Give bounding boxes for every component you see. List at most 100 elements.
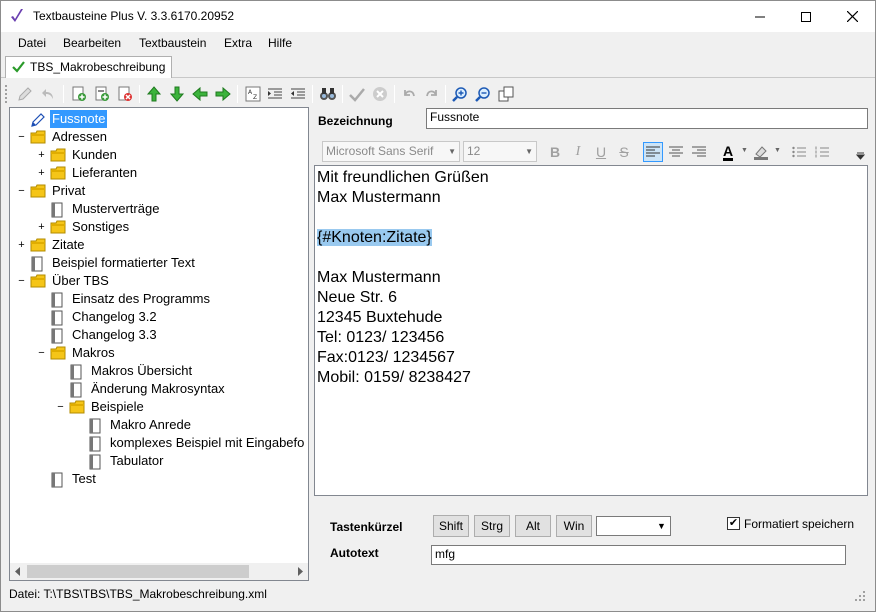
menu-datei[interactable]: Datei — [18, 36, 46, 50]
new-folder-button[interactable] — [92, 84, 112, 104]
search-button[interactable] — [318, 84, 338, 104]
align-right-button[interactable] — [689, 142, 709, 162]
tree-node[interactable]: Fussnote — [30, 110, 308, 128]
save-check-button[interactable] — [347, 84, 367, 104]
tree-node[interactable]: Lieferanten — [50, 164, 308, 182]
tree-expander-icon[interactable]: + — [37, 218, 46, 236]
checkbox-check-icon: ✔ — [728, 517, 739, 529]
italic-button[interactable]: I — [568, 142, 588, 162]
tree-node[interactable]: Sonstiges — [50, 218, 308, 236]
tree-node[interactable]: Privat — [30, 182, 308, 200]
numbered-list-button[interactable] — [812, 142, 832, 162]
bold-button[interactable]: B — [545, 142, 565, 162]
font-color-button[interactable]: A — [718, 142, 738, 162]
scroll-right-icon[interactable] — [296, 567, 304, 576]
tree-node[interactable]: Changelog 3.2 — [50, 308, 308, 326]
tree-node[interactable]: Beispiele — [69, 398, 308, 416]
font-family-select[interactable]: Microsoft Sans Serif ▼ — [322, 141, 460, 162]
zoom-in-button[interactable] — [450, 84, 470, 104]
tree-node[interactable]: Einsatz des Programms — [50, 290, 308, 308]
close-icon — [846, 11, 858, 22]
move-left-button[interactable] — [190, 84, 210, 104]
tree-expander-icon[interactable]: − — [17, 128, 26, 146]
tree-node[interactable]: Kunden — [50, 146, 308, 164]
autotext-input[interactable]: mfg — [431, 545, 846, 565]
delete-item-button[interactable] — [115, 84, 135, 104]
tree-node[interactable]: Tabulator — [88, 452, 308, 470]
tree-node[interactable]: Changelog 3.3 — [50, 326, 308, 344]
tree-node-label: Beispiele — [91, 399, 144, 414]
tree-expander-icon[interactable]: + — [17, 236, 26, 254]
tree-node[interactable]: Makros Übersicht — [69, 362, 308, 380]
alt-button[interactable]: Alt — [515, 515, 551, 537]
undo-disabled-button[interactable] — [39, 84, 59, 104]
document-tab[interactable]: TBS_Makrobeschreibung — [5, 56, 173, 78]
tree-node[interactable]: Test — [50, 470, 308, 488]
sort-button[interactable]: AZ — [243, 84, 263, 104]
shortcut-key-select[interactable]: ▼ — [596, 516, 671, 536]
tree-expander-icon[interactable]: + — [37, 146, 46, 164]
editor-line-text: Neue Str. 6 — [317, 289, 398, 306]
tree-expander-icon[interactable]: − — [37, 344, 46, 362]
tree-node[interactable]: Beispiel formatierter Text — [30, 254, 308, 272]
scrollbar-thumb[interactable] — [27, 565, 249, 578]
tree-node[interactable]: Makro Anrede — [88, 416, 308, 434]
bezeichnung-input[interactable]: Fussnote — [426, 108, 868, 129]
strikethrough-button[interactable]: S — [614, 142, 634, 162]
undo-button[interactable] — [399, 84, 419, 104]
move-right-button[interactable] — [213, 84, 233, 104]
tree-expander-icon[interactable]: − — [17, 182, 26, 200]
formatiert-speichern-checkbox[interactable]: ✔ — [727, 517, 740, 530]
strg-button[interactable]: Strg — [474, 515, 510, 537]
align-center-button[interactable] — [666, 142, 686, 162]
redo-button[interactable] — [422, 84, 442, 104]
minimize-icon — [755, 16, 765, 17]
move-down-button[interactable] — [167, 84, 187, 104]
chevron-down-icon[interactable]: ▼ — [741, 147, 748, 154]
horizontal-scrollbar[interactable] — [10, 563, 308, 580]
tree-expander-icon[interactable]: + — [37, 164, 46, 182]
align-left-button[interactable] — [643, 142, 663, 162]
scroll-left-icon[interactable] — [14, 567, 22, 576]
tree-node[interactable]: Zitate — [30, 236, 308, 254]
font-size-select[interactable]: 12 ▼ — [463, 141, 537, 162]
new-item-button[interactable] — [69, 84, 89, 104]
minimize-button[interactable] — [737, 1, 783, 32]
highlight-color-button[interactable] — [751, 142, 771, 162]
menu-bearbeiten[interactable]: Bearbeiten — [63, 36, 121, 50]
tree-node-label: Privat — [52, 183, 86, 198]
cancel-button[interactable] — [370, 84, 390, 104]
outdent-button[interactable] — [288, 84, 308, 104]
tree-expander-icon[interactable]: − — [56, 398, 65, 416]
chevron-down-icon[interactable]: ▼ — [774, 147, 781, 154]
edit-disabled-button[interactable] — [15, 84, 35, 104]
shift-button[interactable]: Shift — [433, 515, 469, 537]
resize-grip-icon[interactable] — [855, 591, 865, 601]
tree-node[interactable]: Makros — [50, 344, 308, 362]
indent-button[interactable] — [265, 84, 285, 104]
bullet-list-button[interactable] — [789, 142, 809, 162]
close-button[interactable] — [829, 1, 875, 32]
toolbar-overflow-icon[interactable] — [856, 151, 865, 160]
tree-node[interactable]: Musterverträge — [50, 200, 308, 218]
underline-button[interactable]: U — [591, 142, 611, 162]
tree-expander-icon[interactable]: − — [17, 272, 26, 290]
maximize-button[interactable] — [783, 1, 829, 32]
menu-textbaustein[interactable]: Textbaustein — [139, 36, 206, 50]
tree-node[interactable]: Über TBS — [30, 272, 308, 290]
win-button[interactable]: Win — [556, 515, 592, 537]
arrow-up-icon — [146, 86, 162, 102]
tree-view[interactable]: Fussnote − Adressen + Kunden + Lieferanten − Pri… — [9, 107, 309, 581]
text-editor[interactable]: Mit freundlichen Grüßen Max Mustermann {#K… — [314, 165, 868, 496]
copy-button[interactable] — [496, 84, 516, 104]
tree-node-label: Beispiel formatierter Text — [52, 255, 195, 270]
highlighter-icon — [754, 146, 768, 160]
tree-node[interactable]: komplexes Beispiel mit Eingabefo — [88, 434, 308, 452]
zoom-out-button[interactable] — [473, 84, 493, 104]
move-up-button[interactable] — [144, 84, 164, 104]
tree-node[interactable]: Adressen — [30, 128, 308, 146]
toolbar-grip[interactable] — [5, 85, 8, 103]
menu-hilfe[interactable]: Hilfe — [268, 36, 292, 50]
menu-extra[interactable]: Extra — [224, 36, 252, 50]
tree-node[interactable]: Änderung Makrosyntax — [69, 380, 308, 398]
